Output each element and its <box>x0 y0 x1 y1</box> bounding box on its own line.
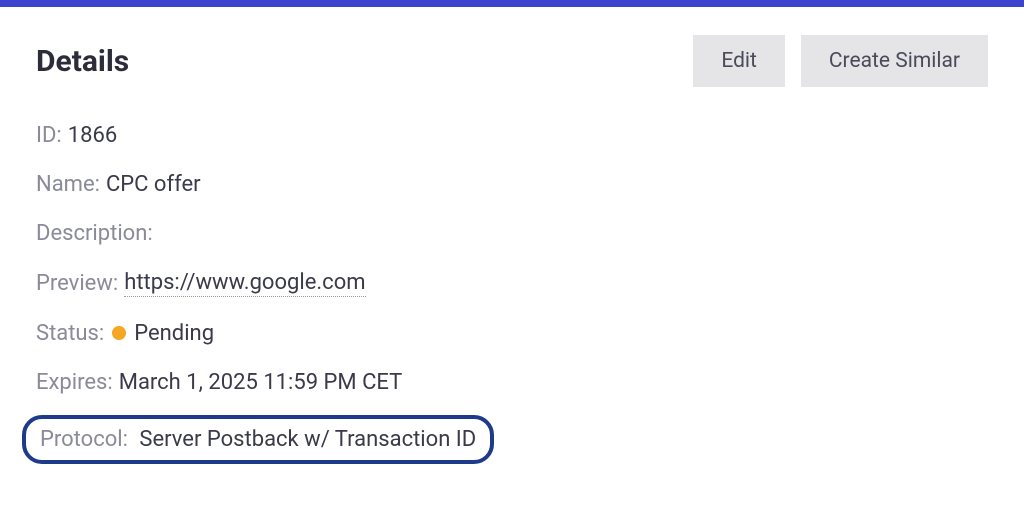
details-list: ID: 1866 Name: CPC offer Description: Pr… <box>36 123 988 464</box>
expires-value: March 1, 2025 11:59 PM CET <box>119 370 403 395</box>
id-value: 1866 <box>68 123 117 148</box>
name-label: Name: <box>36 172 100 197</box>
name-row: Name: CPC offer <box>36 172 988 197</box>
expires-row: Expires: March 1, 2025 11:59 PM CET <box>36 370 988 395</box>
edit-button[interactable]: Edit <box>693 35 785 87</box>
status-dot-icon <box>112 326 126 340</box>
status-value: Pending <box>134 321 214 346</box>
expires-label: Expires: <box>36 370 113 395</box>
header-row: Details Edit Create Similar <box>36 35 988 87</box>
preview-label: Preview: <box>36 271 118 296</box>
description-label: Description: <box>36 221 153 246</box>
page-title: Details <box>36 44 129 79</box>
preview-row: Preview: https://www.google.com <box>36 270 988 297</box>
protocol-highlight: Protocol: Server Postback w/ Transaction… <box>22 415 494 464</box>
create-similar-button[interactable]: Create Similar <box>801 35 988 87</box>
description-row: Description: <box>36 221 988 246</box>
status-label: Status: <box>36 321 104 346</box>
protocol-row: Protocol: Server Postback w/ Transaction… <box>36 423 988 464</box>
id-label: ID: <box>36 123 62 148</box>
name-value: CPC offer <box>106 172 201 197</box>
id-row: ID: 1866 <box>36 123 988 148</box>
details-panel: Details Edit Create Similar ID: 1866 Nam… <box>0 0 1024 519</box>
status-row: Status: Pending <box>36 321 988 346</box>
protocol-value: Server Postback w/ Transaction ID <box>139 427 476 452</box>
button-group: Edit Create Similar <box>693 35 988 87</box>
preview-link[interactable]: https://www.google.com <box>124 270 365 297</box>
protocol-label: Protocol: <box>40 427 128 452</box>
